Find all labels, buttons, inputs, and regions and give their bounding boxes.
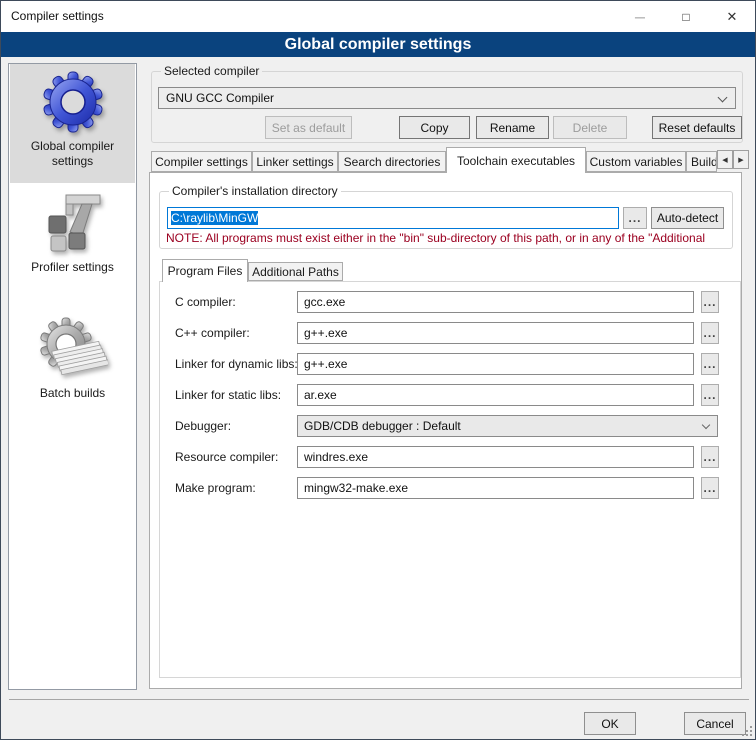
- minimize-button[interactable]: ─: [617, 1, 663, 32]
- cpp-compiler-input[interactable]: g++.exe: [297, 322, 694, 344]
- resource-compiler-label: Resource compiler:: [175, 446, 297, 468]
- tab-scroll-right-button[interactable]: ▶: [733, 150, 749, 169]
- c-compiler-value: gcc.exe: [304, 295, 345, 309]
- maximize-button[interactable]: □: [663, 1, 709, 32]
- footer-divider: [9, 699, 749, 700]
- delete-button: Delete: [553, 116, 627, 139]
- static-linker-input[interactable]: ar.exe: [297, 384, 694, 406]
- chevron-down-icon: [702, 421, 710, 429]
- title-bar: Compiler settings ─ □ ✕: [1, 1, 755, 32]
- selected-compiler-group-label: Selected compiler: [161, 64, 262, 78]
- debugger-dropdown[interactable]: GDB/CDB debugger : Default: [297, 415, 718, 437]
- page-title: Global compiler settings: [1, 32, 755, 57]
- close-icon: ✕: [727, 9, 738, 25]
- arrow-left-icon: ◀: [722, 156, 727, 164]
- installation-directory-group-label: Compiler's installation directory: [169, 184, 341, 198]
- tab-additional-paths[interactable]: Additional Paths: [248, 262, 343, 281]
- make-program-browse-button[interactable]: ...: [701, 477, 719, 499]
- dynamic-linker-value: g++.exe: [304, 357, 347, 371]
- resource-compiler-value: windres.exe: [304, 450, 368, 464]
- debugger-value: GDB/CDB debugger : Default: [304, 419, 461, 433]
- static-linker-value: ar.exe: [304, 388, 337, 402]
- tab-program-files[interactable]: Program Files: [162, 259, 248, 282]
- copy-button[interactable]: Copy: [399, 116, 470, 139]
- gray-gear-stack-icon: [38, 314, 108, 382]
- sidebar-item-label: Profiler settings: [31, 260, 114, 275]
- sidebar-item-global-compiler-settings[interactable]: Global compiler settings: [10, 64, 135, 183]
- tab-custom-variables[interactable]: Custom variables: [586, 151, 686, 172]
- close-button[interactable]: ✕: [709, 1, 755, 32]
- dynamic-linker-browse-button[interactable]: ...: [701, 353, 719, 375]
- static-linker-browse-button[interactable]: ...: [701, 384, 719, 406]
- bin-subdirectory-note: NOTE: All programs must exist either in …: [166, 231, 732, 245]
- settings-category-list: Global compiler settings Profiler settin…: [8, 63, 137, 690]
- install-dir-value: C:\raylib\MinGW: [171, 211, 258, 225]
- reset-defaults-button[interactable]: Reset defaults: [652, 116, 742, 139]
- rename-button[interactable]: Rename: [476, 116, 549, 139]
- tab-linker-settings[interactable]: Linker settings: [252, 151, 338, 172]
- blue-gear-icon: [40, 69, 106, 135]
- tab-scroll-left-button[interactable]: ◀: [717, 150, 733, 169]
- static-linker-label: Linker for static libs:: [175, 384, 297, 406]
- resource-compiler-browse-button[interactable]: ...: [701, 446, 719, 468]
- dynamic-linker-label: Linker for dynamic libs:: [175, 353, 297, 375]
- tab-compiler-settings[interactable]: Compiler settings: [151, 151, 252, 172]
- chevron-down-icon: [718, 93, 728, 103]
- resource-compiler-input[interactable]: windres.exe: [297, 446, 694, 468]
- sidebar-item-label: Batch builds: [40, 386, 105, 401]
- tab-toolchain-executables[interactable]: Toolchain executables: [446, 147, 586, 173]
- selected-compiler-value: GNU GCC Compiler: [166, 91, 274, 105]
- sidebar-item-label: Global compiler settings: [10, 139, 135, 169]
- cpp-compiler-label: C++ compiler:: [175, 322, 297, 344]
- caliper-icon: [42, 192, 104, 256]
- window-title: Compiler settings: [11, 1, 104, 32]
- ok-button[interactable]: OK: [584, 712, 636, 735]
- install-dir-browse-button[interactable]: ...: [623, 207, 647, 229]
- maximize-icon: □: [682, 10, 689, 24]
- c-compiler-browse-button[interactable]: ...: [701, 291, 719, 313]
- cpp-compiler-value: g++.exe: [304, 326, 347, 340]
- c-compiler-input[interactable]: gcc.exe: [297, 291, 694, 313]
- install-dir-input[interactable]: C:\raylib\MinGW: [167, 207, 619, 229]
- minimize-icon: ─: [635, 9, 645, 25]
- sidebar-item-batch-builds[interactable]: Batch builds: [10, 314, 135, 401]
- make-program-label: Make program:: [175, 477, 297, 499]
- cpp-compiler-browse-button[interactable]: ...: [701, 322, 719, 344]
- compiler-settings-dialog: Compiler settings ─ □ ✕ Global compiler …: [0, 0, 756, 740]
- make-program-input[interactable]: mingw32-make.exe: [297, 477, 694, 499]
- c-compiler-label: C compiler:: [175, 291, 297, 313]
- sidebar-item-profiler-settings[interactable]: Profiler settings: [10, 192, 135, 275]
- resize-grip[interactable]: [742, 726, 752, 736]
- debugger-label: Debugger:: [175, 415, 297, 437]
- dynamic-linker-input[interactable]: g++.exe: [297, 353, 694, 375]
- tab-build-options[interactable]: Build options: [686, 151, 717, 172]
- tab-search-directories[interactable]: Search directories: [338, 151, 446, 172]
- make-program-value: mingw32-make.exe: [304, 481, 408, 495]
- cancel-button[interactable]: Cancel: [684, 712, 746, 735]
- arrow-right-icon: ▶: [738, 156, 743, 164]
- auto-detect-button[interactable]: Auto-detect: [651, 207, 724, 229]
- set-as-default-button: Set as default: [265, 116, 352, 139]
- selected-compiler-dropdown[interactable]: GNU GCC Compiler: [158, 87, 736, 109]
